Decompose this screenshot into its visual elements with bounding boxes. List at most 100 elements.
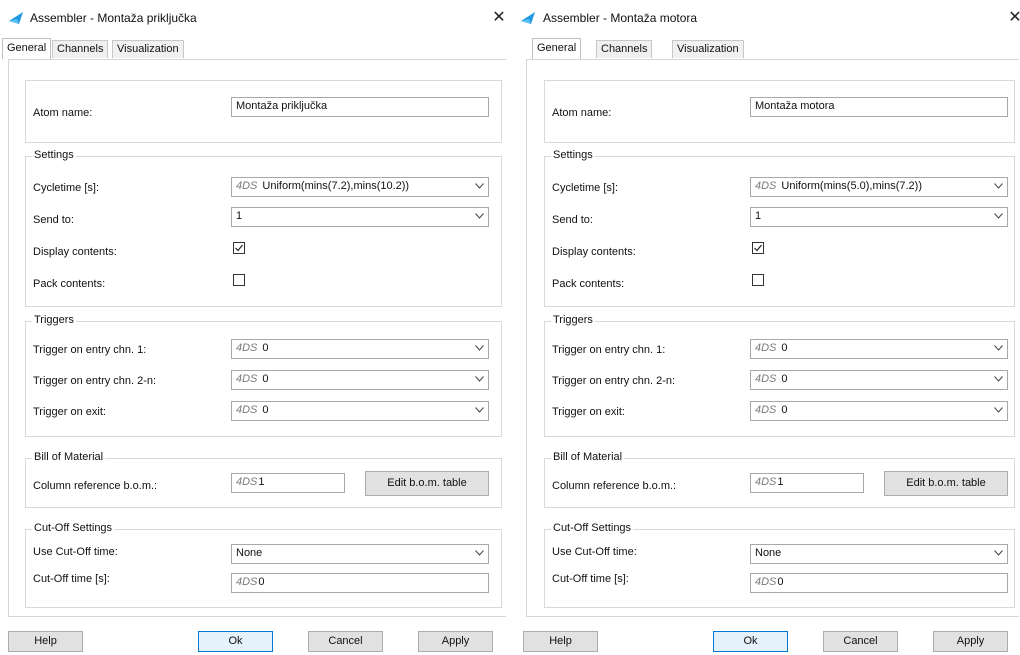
- cycletime-select[interactable]: 4DS Uniform(mins(7.2),mins(10.2)): [231, 177, 489, 197]
- trigger-entry2-label: Trigger on entry chn. 2-n:: [552, 375, 676, 387]
- column-ref-input[interactable]: 4DS1: [231, 473, 345, 493]
- close-icon[interactable]: ✕: [490, 9, 508, 27]
- apply-button[interactable]: Apply: [418, 631, 493, 652]
- chevron-down-icon[interactable]: [475, 550, 484, 556]
- display-contents-checkbox[interactable]: [752, 242, 764, 254]
- atom-name-input[interactable]: Montaža priključka: [231, 97, 489, 117]
- chevron-down-icon[interactable]: [475, 183, 484, 189]
- bom-group-title: Bill of Material: [551, 451, 625, 463]
- send-to-value: 1: [236, 210, 243, 222]
- chevron-down-icon[interactable]: [994, 376, 1003, 382]
- trigger-entry2-value: 0: [781, 373, 788, 385]
- column-ref-value: 1: [777, 476, 784, 488]
- trigger-exit-value: 0: [781, 404, 788, 416]
- chevron-down-icon[interactable]: [994, 213, 1003, 219]
- apply-button[interactable]: Apply: [933, 631, 1008, 652]
- trigger-entry2-select[interactable]: 4DS 0: [231, 370, 489, 390]
- assembler-dialog-prikljucka: Assembler - Montaža priključka ✕ General…: [0, 0, 510, 655]
- pack-contents-label: Pack contents:: [552, 278, 625, 290]
- assembler-dialog-motora: Assembler - Montaža motora ✕ General Cha…: [515, 0, 1020, 655]
- title-bar[interactable]: Assembler - Montaža priključka ✕: [0, 0, 510, 36]
- cutoff-time-input[interactable]: 4DS0: [231, 573, 489, 593]
- app-icon: [521, 12, 535, 24]
- settings-group-title: Settings: [32, 149, 76, 161]
- chevron-down-icon[interactable]: [994, 550, 1003, 556]
- chevron-down-icon[interactable]: [994, 183, 1003, 189]
- edit-bom-table-button[interactable]: Edit b.o.m. table: [884, 471, 1008, 496]
- trigger-exit-label: Trigger on exit:: [33, 406, 106, 418]
- bom-group-title: Bill of Material: [32, 451, 106, 463]
- chevron-down-icon[interactable]: [475, 376, 484, 382]
- title-bar[interactable]: Assembler - Montaža motora ✕: [515, 0, 1020, 36]
- atom-name-input[interactable]: Montaža motora: [750, 97, 1008, 117]
- trigger-exit-select[interactable]: 4DS 0: [750, 401, 1008, 421]
- cycletime-select[interactable]: 4DS Uniform(mins(5.0),mins(7.2)): [750, 177, 1008, 197]
- chevron-down-icon[interactable]: [475, 213, 484, 219]
- send-to-label: Send to:: [33, 214, 74, 226]
- cycletime-value: Uniform(mins(7.2),mins(10.2)): [262, 180, 410, 192]
- 4ds-prefix: 4DS: [755, 404, 777, 416]
- column-ref-label: Column reference b.o.m.:: [33, 480, 158, 492]
- window-title: Assembler - Montaža priključka: [30, 11, 197, 25]
- 4ds-prefix: 4DS: [755, 476, 777, 488]
- display-contents-checkbox[interactable]: [233, 242, 245, 254]
- 4ds-prefix: 4DS: [236, 373, 258, 385]
- ok-button[interactable]: Ok: [713, 631, 788, 652]
- cutoff-time-input[interactable]: 4DS0: [750, 573, 1008, 593]
- trigger-entry2-value: 0: [262, 373, 269, 385]
- pack-contents-checkbox[interactable]: [752, 274, 764, 286]
- send-to-select[interactable]: 1: [750, 207, 1008, 227]
- edit-bom-table-button[interactable]: Edit b.o.m. table: [365, 471, 489, 496]
- tab-visualization[interactable]: Visualization: [672, 40, 744, 58]
- chevron-down-icon[interactable]: [994, 407, 1003, 413]
- bom-group: Bill of Material Column reference b.o.m.…: [544, 451, 1015, 508]
- cycletime-value: Uniform(mins(5.0),mins(7.2)): [781, 180, 922, 192]
- checkbox-checked-icon: [754, 244, 762, 252]
- help-button[interactable]: Help: [523, 631, 598, 652]
- general-panel: Atom name: Montaža priključka Settings C…: [8, 59, 506, 617]
- 4ds-prefix: 4DS: [236, 342, 258, 354]
- send-to-select[interactable]: 1: [231, 207, 489, 227]
- trigger-entry1-label: Trigger on entry chn. 1:: [33, 344, 147, 356]
- trigger-entry1-label: Trigger on entry chn. 1:: [552, 344, 666, 356]
- 4ds-prefix: 4DS: [755, 373, 777, 385]
- display-contents-label: Display contents:: [552, 246, 636, 258]
- window-title: Assembler - Montaža motora: [543, 11, 698, 25]
- use-cutoff-select[interactable]: None: [231, 544, 489, 564]
- 4ds-prefix: 4DS: [236, 476, 258, 488]
- close-icon[interactable]: ✕: [1006, 9, 1020, 27]
- ok-button[interactable]: Ok: [198, 631, 273, 652]
- 4ds-prefix: 4DS: [236, 576, 258, 588]
- tab-general[interactable]: General: [2, 38, 52, 59]
- trigger-entry1-select[interactable]: 4DS 0: [750, 339, 1008, 359]
- triggers-group: Triggers Trigger on entry chn. 1: 4DS 0 T…: [544, 314, 1015, 437]
- cutoff-group-title: Cut-Off Settings: [551, 522, 634, 534]
- chevron-down-icon[interactable]: [994, 345, 1003, 351]
- cutoff-group: Cut-Off Settings Use Cut-Off time: None …: [25, 522, 502, 608]
- chevron-down-icon[interactable]: [475, 345, 484, 351]
- 4ds-prefix: 4DS: [755, 342, 777, 354]
- column-ref-input[interactable]: 4DS1: [750, 473, 864, 493]
- chevron-down-icon[interactable]: [475, 407, 484, 413]
- help-button[interactable]: Help: [8, 631, 83, 652]
- tab-visualization[interactable]: Visualization: [112, 40, 184, 58]
- bom-group: Bill of Material Column reference b.o.m.…: [25, 451, 502, 508]
- trigger-exit-select[interactable]: 4DS 0: [231, 401, 489, 421]
- atom-name-value: Montaža motora: [755, 100, 835, 112]
- trigger-entry2-label: Trigger on entry chn. 2-n:: [33, 375, 157, 387]
- use-cutoff-select[interactable]: None: [750, 544, 1008, 564]
- trigger-entry2-select[interactable]: 4DS 0: [750, 370, 1008, 390]
- trigger-entry1-select[interactable]: 4DS 0: [231, 339, 489, 359]
- pack-contents-checkbox[interactable]: [233, 274, 245, 286]
- cancel-button[interactable]: Cancel: [308, 631, 383, 652]
- tab-general[interactable]: General: [532, 38, 582, 59]
- cancel-button[interactable]: Cancel: [823, 631, 898, 652]
- tab-channels[interactable]: Channels: [52, 40, 109, 58]
- send-to-value: 1: [755, 210, 762, 222]
- trigger-exit-label: Trigger on exit:: [552, 406, 625, 418]
- tab-channels[interactable]: Channels: [596, 40, 653, 58]
- atom-name-value: Montaža priključka: [236, 100, 328, 112]
- trigger-exit-value: 0: [262, 404, 269, 416]
- 4ds-prefix: 4DS: [755, 576, 777, 588]
- 4ds-prefix: 4DS: [236, 180, 258, 192]
